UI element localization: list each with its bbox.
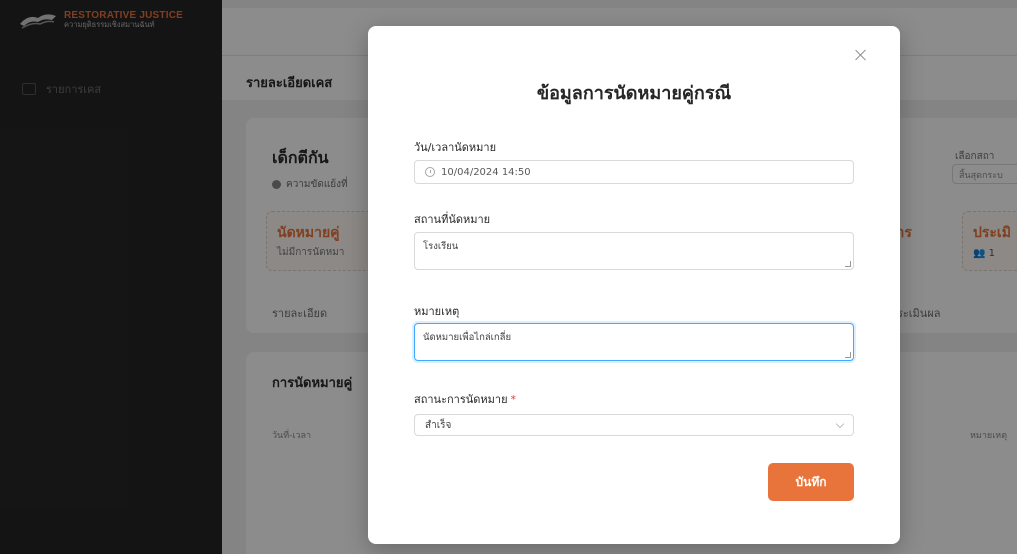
note-label: หมายเหตุ <box>414 305 460 318</box>
required-mark: * <box>510 393 517 406</box>
datetime-picker[interactable]: 10/04/2024 14:50 <box>414 160 854 184</box>
location-label: สถานที่นัดหมาย <box>414 213 491 226</box>
note-value: นัดหมายเพื่อไกล่เกลี่ย <box>423 332 512 343</box>
clock-icon <box>425 167 435 177</box>
note-textarea[interactable]: นัดหมายเพื่อไกล่เกลี่ย <box>414 323 854 361</box>
location-value: โรงเรียน <box>423 241 459 252</box>
status-value: สำเร็จ <box>425 419 452 431</box>
chevron-down-icon <box>835 419 845 428</box>
appointment-status-select[interactable]: สำเร็จ <box>414 414 854 436</box>
resize-handle-icon[interactable] <box>845 261 851 267</box>
resize-handle-icon[interactable] <box>845 352 851 358</box>
datetime-value: 10/04/2024 14:50 <box>441 166 531 178</box>
close-icon[interactable] <box>854 48 868 62</box>
save-button[interactable]: บันทึก <box>768 463 854 501</box>
datetime-label: วัน/เวลานัดหมาย <box>414 141 497 154</box>
modal-title: ข้อมูลการนัดหมายคู่กรณี <box>536 83 732 104</box>
location-textarea[interactable]: โรงเรียน <box>414 232 854 270</box>
appointment-modal: ข้อมูลการนัดหมายคู่กรณี วัน/เวลานัดหมาย … <box>368 26 900 544</box>
status-label: สถานะการนัดหมาย * <box>414 393 517 406</box>
